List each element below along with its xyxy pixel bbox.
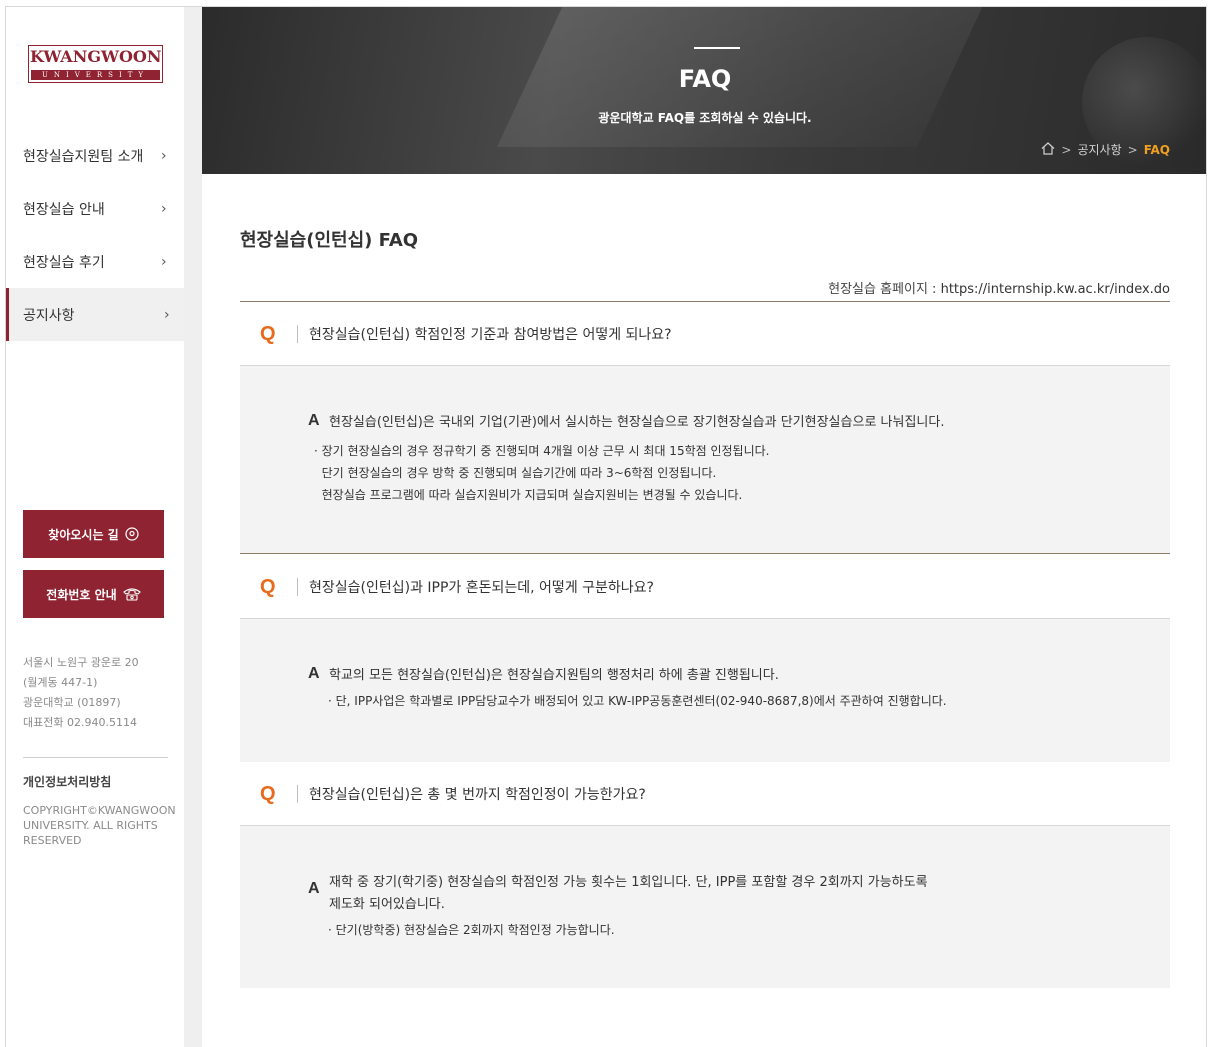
answer-bullet: 현장실습 프로그램에 따라 실습지원비가 지급되며 실습지원비는 변경될 수 있… — [314, 488, 743, 502]
homepage-label: 현장실습 홈페이지 : — [828, 282, 937, 297]
answer-bullet: 단기 현장실습의 경우 방학 중 진행되며 실습기간에 따라 3~6학점 인정됩… — [314, 466, 717, 480]
question-mark-label: Q — [260, 575, 276, 598]
faq-question[interactable]: Q 현장실습(인턴십)과 IPP가 혼돈되는데, 어떻게 구분하나요? — [240, 555, 1170, 619]
faq-answer: A 재학 중 장기(학기중) 현장실습의 학점인정 가능 횟수는 1회입니다. … — [240, 826, 1170, 988]
privacy-policy-link[interactable]: 개인정보처리방침 — [23, 773, 111, 790]
breadcrumb-section[interactable]: 공지사항 — [1077, 141, 1121, 158]
question-divider — [297, 784, 298, 803]
faq-item: Q 현장실습(인턴십)은 총 몇 번까지 학점인정이 가능한가요? A 재학 중… — [240, 762, 1170, 988]
question-mark-label: Q — [260, 322, 276, 345]
telephone-icon — [122, 587, 141, 601]
address-line: 광운대학교 (01897) — [23, 696, 121, 709]
sidebar-item-label: 현장실습 후기 — [23, 254, 105, 271]
sidebar-item-label: 공지사항 — [23, 307, 75, 324]
sidebar: KWANGWOON UNIVERSITY 현장실습지원팀 소개 › 현장실습 안… — [6, 7, 184, 1047]
answer-text: 재학 중 장기(학기중) 현장실습의 학점인정 가능 횟수는 1회입니다. 단,… — [329, 872, 928, 916]
answer-bullet: · 단, IPP사업은 학과별로 IPP담당교수가 배정되어 있고 KW-IPP… — [328, 694, 947, 708]
banner-accent-line — [694, 47, 740, 49]
banner-title: FAQ — [678, 65, 732, 93]
breadcrumb-separator: > — [1127, 142, 1138, 157]
question-divider — [297, 324, 298, 343]
faq-answer: A 학교의 모든 현장실습(인턴십)은 현장실습지원팀의 행정처리 하에 총괄 … — [240, 619, 1170, 763]
faq-answer: A 현장실습(인턴십)은 국내외 기업(기관)에서 실시하는 현장실습으로 장기… — [240, 366, 1170, 554]
answer-bullets: · 장기 현장실습의 경우 정규학기 중 진행되며 4개월 이상 근무 시 최대… — [314, 440, 769, 506]
sidebar-item-label: 현장실습지원팀 소개 — [23, 148, 144, 165]
sidebar-nav: 현장실습지원팀 소개 › 현장실습 안내 › 현장실습 후기 › 공지사항 › — [6, 129, 184, 341]
sidebar-divider — [23, 757, 168, 758]
question-divider — [297, 577, 298, 596]
homepage-info: 현장실습 홈페이지 : https://internship.kw.ac.kr/… — [828, 278, 1170, 297]
question-text: 현장실습(인턴십) 학점인정 기준과 참여방법은 어떻게 되나요? — [309, 326, 672, 343]
answer-line: 재학 중 장기(학기중) 현장실습의 학점인정 가능 횟수는 1회입니다. 단,… — [329, 875, 928, 890]
sidebar-item-notices[interactable]: 공지사항 › — [6, 288, 184, 341]
breadcrumb-current: FAQ — [1143, 142, 1170, 157]
chevron-right-icon: › — [161, 200, 167, 217]
question-text: 현장실습(인턴십)은 총 몇 번까지 학점인정이 가능한가요? — [309, 786, 646, 803]
sidebar-item-team-intro[interactable]: 현장실습지원팀 소개 › — [6, 129, 184, 182]
answer-text: 현장실습(인턴십)은 국내외 기업(기관)에서 실시하는 현장실습으로 장기현장… — [329, 415, 945, 430]
answer-mark-label: A — [308, 665, 320, 682]
answer-mark-label: A — [308, 880, 320, 897]
directions-button[interactable]: 찾아오시는 길 — [23, 510, 164, 558]
chevron-right-icon: › — [161, 147, 167, 164]
answer-text: 학교의 모든 현장실습(인턴십)은 현장실습지원팀의 행정처리 하에 총괄 진행… — [329, 668, 779, 683]
answer-line: 제도화 되어있습니다. — [329, 897, 445, 912]
faq-item: Q 현장실습(인턴십) 학점인정 기준과 참여방법은 어떻게 되나요? A 현장… — [240, 302, 1170, 554]
page-title: 현장실습(인턴십) FAQ — [240, 230, 419, 251]
answer-bullet: · 장기 현장실습의 경우 정규학기 중 진행되며 4개월 이상 근무 시 최대… — [314, 444, 770, 458]
faq-item: Q 현장실습(인턴십)과 IPP가 혼돈되는데, 어떻게 구분하나요? A 학교… — [240, 555, 1170, 763]
sidebar-item-guide[interactable]: 현장실습 안내 › — [6, 182, 184, 235]
contact-address: 서울시 노원구 광운로 20 (월계동 447-1) 광운대학교 (01897)… — [23, 653, 173, 733]
phone-button-label: 전화번호 안내 — [46, 587, 117, 602]
breadcrumb: > 공지사항 > FAQ — [1041, 141, 1170, 158]
phone-info-button[interactable]: 전화번호 안내 — [23, 570, 164, 618]
copyright-text: COPYRIGHT©KWANGWOON UNIVERSITY. ALL RIGH… — [23, 804, 176, 847]
sidebar-item-label: 현장실습 안내 — [23, 201, 105, 218]
address-line: 서울시 노원구 광운로 20 — [23, 656, 139, 669]
sidebar-gutter — [184, 7, 202, 1047]
answer-mark-label: A — [308, 412, 320, 429]
chevron-right-icon: › — [161, 253, 167, 270]
sidebar-item-reviews[interactable]: 현장실습 후기 › — [6, 235, 184, 288]
breadcrumb-separator: > — [1061, 142, 1072, 157]
logo-text: KWANGWOON — [30, 47, 162, 66]
directions-button-label: 찾아오시는 길 — [48, 527, 119, 542]
university-logo[interactable]: KWANGWOON UNIVERSITY — [28, 45, 163, 83]
logo-subtext: UNIVERSITY — [31, 70, 160, 80]
location-pin-icon — [125, 527, 139, 541]
chevron-right-icon: › — [164, 306, 170, 323]
page-frame: KWANGWOON UNIVERSITY 현장실습지원팀 소개 › 현장실습 안… — [5, 6, 1207, 1047]
question-mark-label: Q — [260, 782, 276, 805]
address-line: 대표전화 02.940.5114 — [23, 716, 137, 729]
faq-question[interactable]: Q 현장실습(인턴십)은 총 몇 번까지 학점인정이 가능한가요? — [240, 762, 1170, 826]
faq-question[interactable]: Q 현장실습(인턴십) 학점인정 기준과 참여방법은 어떻게 되나요? — [240, 302, 1170, 366]
answer-bullets: · 단기(방학중) 현장실습은 2회까지 학점인정 가능합니다. — [328, 919, 615, 941]
homepage-link[interactable]: https://internship.kw.ac.kr/index.do — [941, 282, 1170, 297]
banner-subtitle: 광운대학교 FAQ를 조회하실 수 있습니다. — [598, 111, 812, 125]
answer-bullet: · 단기(방학중) 현장실습은 2회까지 학점인정 가능합니다. — [328, 923, 615, 937]
home-icon[interactable] — [1041, 141, 1055, 158]
question-text: 현장실습(인턴십)과 IPP가 혼돈되는데, 어떻게 구분하나요? — [309, 579, 654, 596]
page-banner: FAQ 광운대학교 FAQ를 조회하실 수 있습니다. > 공지사항 > FAQ — [202, 7, 1206, 174]
answer-bullets: · 단, IPP사업은 학과별로 IPP담당교수가 배정되어 있고 KW-IPP… — [328, 690, 947, 712]
address-line: (월계동 447-1) — [23, 676, 98, 689]
